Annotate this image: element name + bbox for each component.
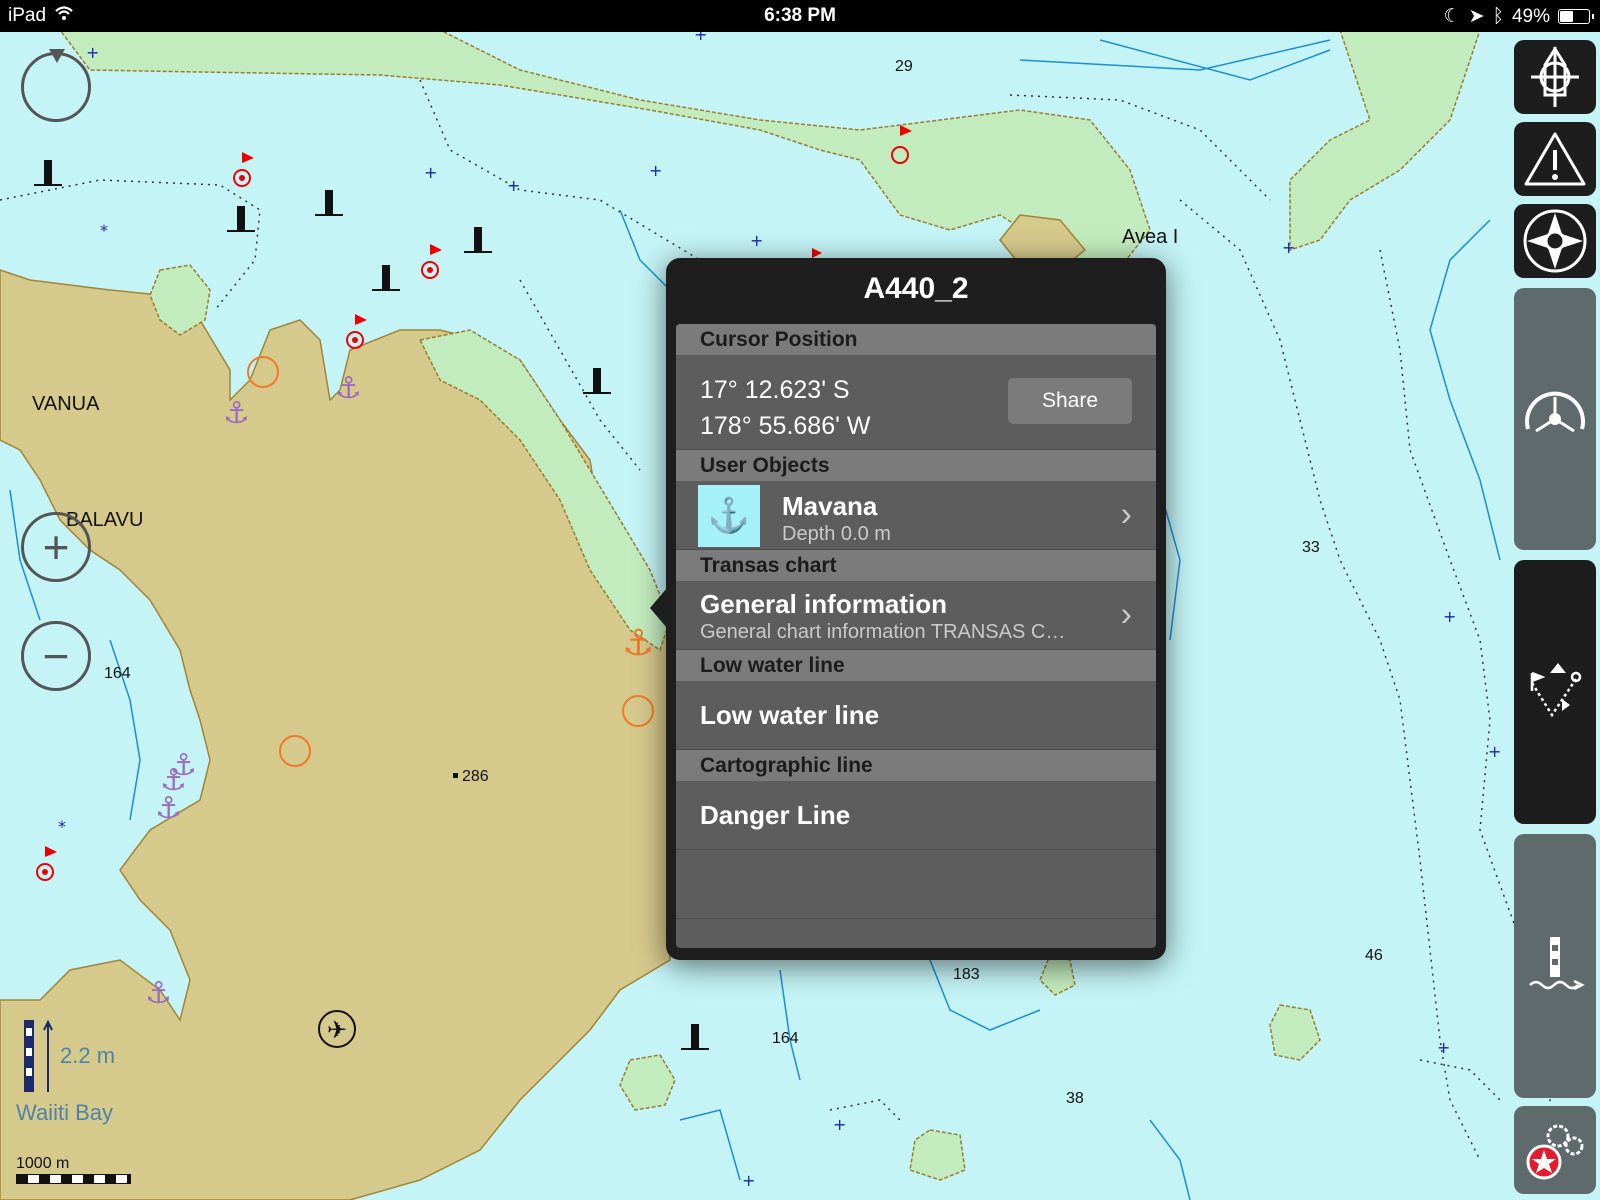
info-list[interactable]: Cursor Position 17° 12.623' S 178° 55.68… (676, 324, 1156, 948)
clock: 6:38 PM (764, 5, 836, 26)
chevron-right-icon: › (1120, 495, 1132, 534)
zoom-out-button[interactable]: − (21, 621, 91, 691)
depth-sounding: 29 (895, 58, 913, 75)
helm-icon (1525, 391, 1585, 433)
svg-text:*: * (100, 221, 108, 240)
share-button[interactable]: Share (1008, 378, 1132, 424)
zoom-in-button[interactable]: + (21, 512, 91, 582)
svg-text:+: + (833, 1115, 846, 1134)
svg-text:+: + (649, 161, 662, 180)
tides-button[interactable] (1514, 834, 1596, 1098)
battery-icon (1558, 9, 1594, 24)
place-label: VANUA (32, 393, 100, 415)
route-planning-button[interactable] (1514, 560, 1596, 824)
section-header-low-water: Low water line (676, 650, 1156, 681)
svg-text:⚓: ⚓ (223, 396, 250, 431)
section-header-cartographic: Cartographic line (676, 750, 1156, 781)
battery-percent: 49% (1511, 5, 1550, 27)
moon-icon: ☾ (1443, 6, 1461, 27)
svg-text:+: + (424, 163, 437, 182)
ship-mode-icon (1531, 46, 1579, 107)
svg-text:⚓: ⚓ (170, 748, 197, 783)
ship-mode-button[interactable] (1514, 40, 1596, 114)
svg-text:✈: ✈ (327, 1016, 347, 1044)
svg-text:⚓: ⚓ (155, 791, 182, 826)
popover-arrow (650, 588, 667, 628)
chevron-right-icon: › (1120, 595, 1132, 634)
compass-button[interactable] (1514, 204, 1596, 278)
svg-text:+: + (1282, 238, 1295, 257)
compass-icon (1523, 209, 1587, 273)
north-up-button[interactable] (21, 49, 91, 122)
danger-line-item[interactable]: Danger Line (676, 781, 1156, 850)
low-water-line-item[interactable]: Low water line (676, 681, 1156, 750)
popup-title: A440_2 (863, 272, 969, 305)
depth-sounding: 286 (462, 768, 489, 785)
depth-sounding: 183 (953, 966, 980, 983)
location-icon: ➤ (1468, 6, 1485, 27)
svg-text:+: + (742, 1171, 755, 1190)
warnings-button[interactable] (1514, 122, 1596, 196)
svg-text:+: + (86, 43, 99, 62)
place-label: Avea I (1122, 226, 1179, 248)
anchor-icon: ⚓ (698, 485, 760, 547)
section-header-user-objects: User Objects (676, 450, 1156, 481)
route-icon (1530, 663, 1582, 718)
svg-text:+: + (507, 176, 520, 195)
tide-height: 2.2 m (60, 1043, 116, 1068)
general-information-detail: General chart information TRANSAS C… (700, 621, 1066, 643)
cursor-position-cell: 17° 12.623' S 178° 55.686' W Share (676, 355, 1156, 450)
chart-info-popup: A440_2 Cursor Position 17° 12.623' S 178… (650, 258, 1166, 960)
general-information-title: General information (700, 589, 948, 619)
warning-icon (1524, 132, 1586, 186)
scale-label: 1000 m (16, 1155, 70, 1172)
svg-text:⚓: ⚓ (145, 976, 172, 1011)
depth-sounding: 164 (104, 665, 131, 682)
general-information-item[interactable]: General information General chart inform… (676, 581, 1156, 650)
svg-text:+: + (1437, 1038, 1450, 1057)
section-header-transas: Transas chart (676, 550, 1156, 581)
depth-sounding: 46 (1365, 947, 1383, 964)
svg-text:+: + (1443, 607, 1456, 626)
svg-text:⚓: ⚓ (622, 623, 654, 664)
tide-gauge-icon (20, 1018, 56, 1099)
user-object-name: Mavana (782, 491, 878, 521)
section-header-cursor: Cursor Position (676, 324, 1156, 355)
settings-button[interactable] (1514, 1106, 1596, 1194)
depth-sounding: 33 (1302, 539, 1320, 556)
status-bar: iPad 6:38 PM ☾ ➤ ᛒ 49% (0, 0, 1600, 32)
depth-sounding: 164 (772, 1030, 799, 1047)
depth-sounding: 38 (1066, 1090, 1084, 1107)
svg-text:+: + (1488, 742, 1501, 761)
svg-text:⚓: ⚓ (335, 371, 362, 406)
navigation-mode-button[interactable] (1514, 288, 1596, 550)
svg-text:*: * (58, 817, 66, 836)
bluetooth-icon: ᛒ (1492, 5, 1504, 27)
svg-text:+: + (750, 231, 763, 250)
tide-place: Waiiti Bay (16, 1100, 113, 1125)
settings-icon (1526, 1124, 1584, 1180)
user-object-detail: Depth 0.0 m (782, 523, 891, 545)
scale-bar (16, 1174, 131, 1184)
rotate-arrow-icon (49, 49, 65, 63)
empty-row (676, 850, 1156, 919)
user-object-item[interactable]: ⚓ Mavana Depth 0.0 m › (676, 481, 1156, 550)
tide-station-icon (1529, 937, 1585, 991)
